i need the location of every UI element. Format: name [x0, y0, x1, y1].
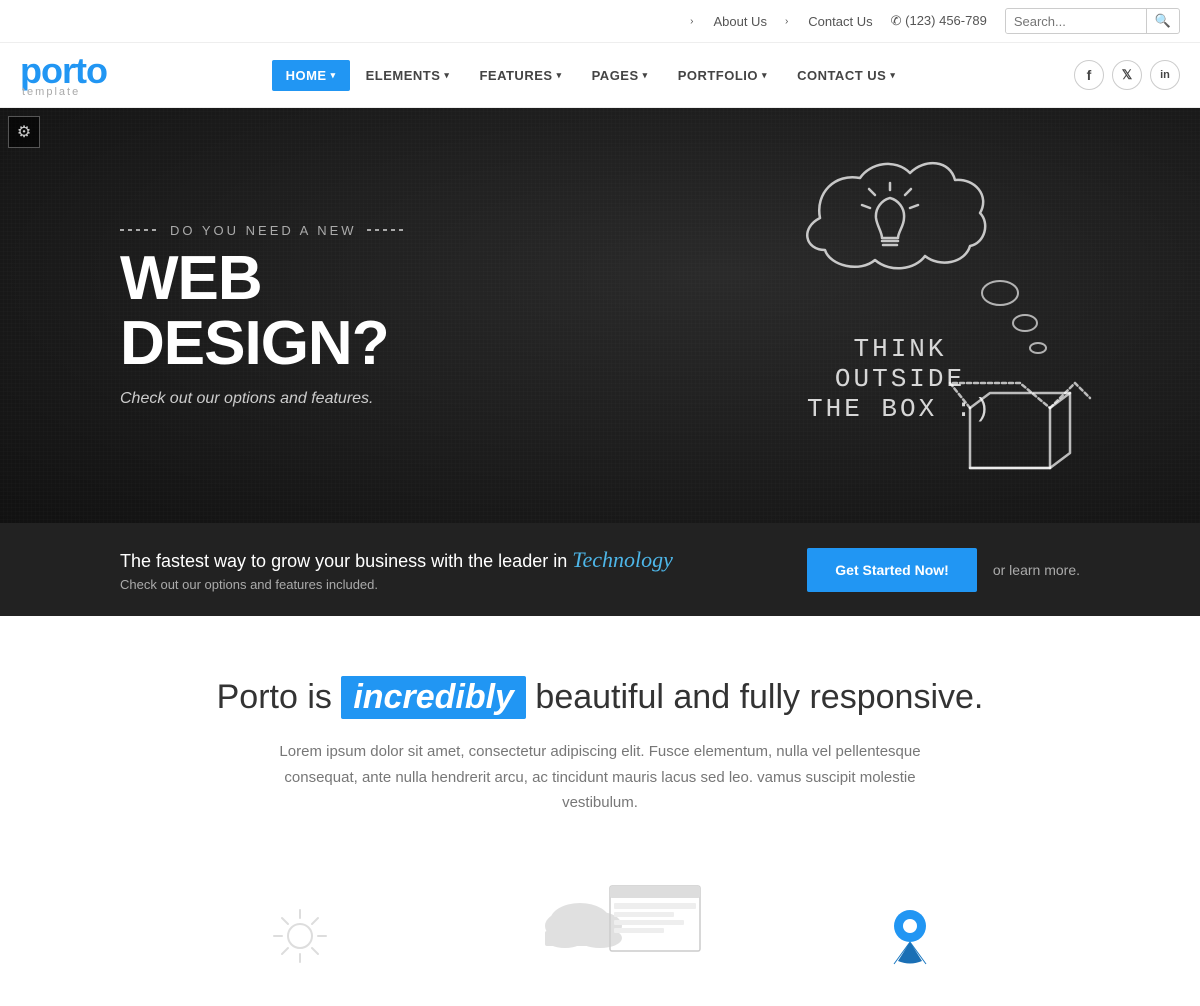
decorative-line-right [367, 229, 407, 231]
hero-content: DO YOU NEED A NEW WEB DESIGN? Check out … [0, 223, 560, 408]
main-nav: HOME ▾ ELEMENTS ▾ FEATURES ▾ PAGES ▾ POR… [272, 60, 910, 91]
svg-text:THE BOX :): THE BOX :) [807, 394, 993, 424]
hero-title: WEB DESIGN? [120, 246, 520, 376]
get-started-button[interactable]: Get Started Now! [807, 548, 977, 592]
facebook-icon[interactable]: f [1074, 60, 1104, 90]
search-input[interactable] [1006, 10, 1146, 33]
decorative-line-left [120, 229, 160, 231]
content-headline: Porto is incredibly beautiful and fully … [120, 676, 1080, 719]
chevron-down-icon: ▾ [762, 70, 767, 81]
nav-portfolio[interactable]: PORTFOLIO ▾ [664, 60, 781, 91]
header: porto template HOME ▾ ELEMENTS ▾ FEATURE… [0, 43, 1200, 108]
nav-contact[interactable]: CONTACT US ▾ [783, 60, 909, 91]
logo-subtitle: template [22, 86, 80, 98]
svg-text:OUTSIDE: OUTSIDE [835, 364, 965, 394]
map-pin-icon [890, 906, 930, 966]
device-mockup-item [510, 866, 710, 966]
settings-cog-button[interactable]: ⚙ [8, 116, 40, 148]
cta-text: The fastest way to grow your business wi… [120, 547, 673, 592]
phone-icon: ✆ [891, 13, 902, 28]
chevron-about: › [690, 16, 693, 27]
nav-pages[interactable]: PAGES ▾ [578, 60, 662, 91]
chevron-down-icon: ▾ [444, 70, 449, 81]
social-icons: f 𝕏 in [1074, 60, 1180, 90]
linkedin-icon[interactable]: in [1150, 60, 1180, 90]
cta-sub-text: Check out our options and features inclu… [120, 577, 673, 592]
highlight-box: incredibly [341, 676, 526, 719]
nav-features[interactable]: FEATURES ▾ [465, 60, 575, 91]
search-box: 🔍 [1005, 8, 1180, 34]
cta-actions: Get Started Now! or learn more. [807, 548, 1080, 592]
tech-highlight: Technology [572, 547, 673, 572]
nav-home[interactable]: HOME ▾ [272, 60, 350, 91]
nav-elements[interactable]: ELEMENTS ▾ [352, 60, 464, 91]
twitter-icon[interactable]: 𝕏 [1112, 60, 1142, 90]
logo: porto template [20, 53, 107, 98]
device-mockup [510, 866, 710, 966]
chevron-contact: › [785, 16, 788, 27]
hero-subtitle: Check out our options and features. [120, 390, 520, 408]
map-pin-item [890, 906, 930, 966]
chevron-down-icon: ▾ [643, 70, 648, 81]
chalk-drawing: THINK OUTSIDE THE BOX :) [660, 138, 1140, 498]
hero-section: ⚙ DO YOU NEED A NEW WEB DESIGN? Check ou… [0, 108, 1200, 523]
search-button[interactable]: 🔍 [1146, 9, 1179, 33]
logo-text[interactable]: porto [20, 53, 107, 89]
svg-text:THINK: THINK [853, 334, 946, 364]
content-section: Porto is incredibly beautiful and fully … [0, 616, 1200, 1006]
bottom-icons-row [120, 866, 1080, 966]
chevron-down-icon: ▾ [890, 70, 895, 81]
learn-more-text: or learn more. [993, 562, 1080, 578]
sun-icon [270, 906, 330, 966]
chevron-down-icon: ▾ [331, 70, 336, 81]
contact-link[interactable]: Contact Us [808, 14, 872, 29]
cta-main-text: The fastest way to grow your business wi… [120, 547, 673, 573]
hero-pre-title: DO YOU NEED A NEW [120, 223, 520, 238]
phone-number: ✆ (123) 456-789 [891, 13, 987, 29]
about-link[interactable]: About Us [713, 14, 766, 29]
cta-banner: The fastest way to grow your business wi… [0, 523, 1200, 616]
sun-icon-item [270, 906, 330, 966]
top-bar: › About Us › Contact Us ✆ (123) 456-789 … [0, 0, 1200, 43]
chevron-down-icon: ▾ [557, 70, 562, 81]
content-body: Lorem ipsum dolor sit amet, consectetur … [250, 739, 950, 816]
